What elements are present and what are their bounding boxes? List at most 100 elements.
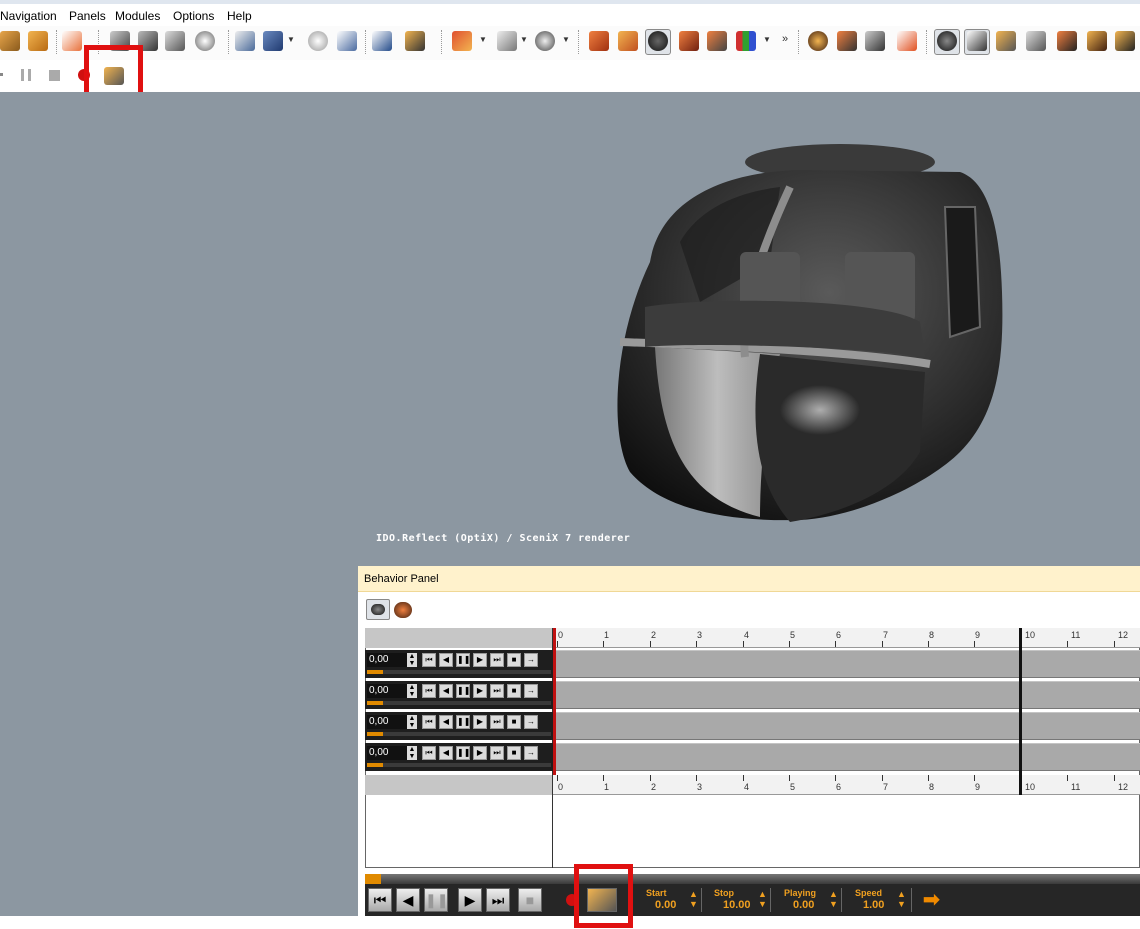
- play-icon[interactable]: ▶: [473, 746, 487, 760]
- play-icon[interactable]: ▶: [473, 684, 487, 698]
- open-icon[interactable]: [0, 31, 20, 51]
- palette-icon[interactable]: [736, 31, 756, 51]
- arrow-right-icon[interactable]: ➡: [923, 890, 940, 910]
- pause-icon[interactable]: ❚❚: [456, 715, 470, 729]
- sphere-dropdown-arrow[interactable]: ▼: [562, 35, 570, 44]
- global-progress[interactable]: [365, 874, 1140, 884]
- library-icon[interactable]: [679, 31, 699, 51]
- box-icon[interactable]: [28, 31, 48, 51]
- time-spinner-icon[interactable]: ▲ ▼: [407, 653, 417, 667]
- pause-icon[interactable]: ❚❚: [456, 684, 470, 698]
- playing-value[interactable]: 0.00: [793, 899, 814, 911]
- menu-navigation[interactable]: Navigation: [0, 9, 57, 23]
- track-row[interactable]: [553, 712, 1140, 740]
- person-icon[interactable]: [808, 31, 828, 51]
- timeline-ruler-bottom[interactable]: 0 1 2 3 4 5 6 7 8 9 10 11 12: [553, 775, 1140, 795]
- start-control[interactable]: Start 0.00 ▲ ▼: [643, 888, 702, 912]
- skip-start-icon[interactable]: ⏮: [422, 653, 436, 667]
- orbit-icon[interactable]: [195, 31, 215, 51]
- skip-start-icon[interactable]: ⏮: [422, 746, 436, 760]
- play-icon[interactable]: ▶: [473, 653, 487, 667]
- play-backward-icon[interactable]: ◀: [396, 888, 420, 912]
- shading-dropdown-arrow[interactable]: ▼: [287, 35, 295, 44]
- shading-icon[interactable]: [263, 31, 283, 51]
- track-row[interactable]: [553, 743, 1140, 771]
- pause-icon[interactable]: ❚❚: [424, 888, 448, 912]
- camera-top-icon[interactable]: [165, 31, 185, 51]
- material-icon[interactable]: [452, 31, 472, 51]
- layers-icon[interactable]: [707, 31, 727, 51]
- arrow-right-icon[interactable]: →: [524, 746, 538, 760]
- tool-icon[interactable]: [1087, 31, 1107, 51]
- pdf-icon[interactable]: [62, 31, 82, 51]
- skip-start-icon[interactable]: ⏮: [422, 684, 436, 698]
- menu-panels[interactable]: Panels: [69, 9, 106, 23]
- menu-options[interactable]: Options: [173, 9, 214, 23]
- skip-end-icon[interactable]: ⏭: [490, 653, 504, 667]
- track-time-field[interactable]: 0,00: [367, 653, 407, 667]
- stop-icon[interactable]: ■: [507, 746, 521, 760]
- time-spinner-icon[interactable]: ▲ ▼: [407, 746, 417, 760]
- pause-icon[interactable]: [21, 69, 31, 81]
- arch-icon[interactable]: [372, 31, 392, 51]
- hat-icon[interactable]: [337, 31, 357, 51]
- playing-spinner-icon[interactable]: ▲ ▼: [829, 889, 838, 909]
- skip-end-icon[interactable]: ⏭: [490, 715, 504, 729]
- skip-start-icon[interactable]: ⏮: [422, 715, 436, 729]
- speed-value[interactable]: 1.00: [863, 899, 884, 911]
- notes-icon[interactable]: [618, 31, 638, 51]
- play-backward-icon[interactable]: ◀: [439, 684, 453, 698]
- menu-modules[interactable]: Modules: [115, 9, 160, 23]
- play-icon[interactable]: ▶: [473, 715, 487, 729]
- chart-icon[interactable]: [1057, 31, 1077, 51]
- start-value[interactable]: 0.00: [655, 899, 676, 911]
- menu-help[interactable]: Help: [227, 9, 252, 23]
- pause-icon[interactable]: ❚❚: [456, 746, 470, 760]
- pause-icon[interactable]: ❚❚: [456, 653, 470, 667]
- stop-spinner-icon[interactable]: ▲ ▼: [758, 889, 767, 909]
- time-spinner-icon[interactable]: ▲ ▼: [407, 684, 417, 698]
- tag-icon[interactable]: [497, 31, 517, 51]
- sphere-icon[interactable]: [535, 31, 555, 51]
- skip-start-icon[interactable]: ⏮: [368, 888, 392, 912]
- wrench-icon[interactable]: [1115, 31, 1135, 51]
- speed-control[interactable]: Speed 1.00 ▲ ▼: [849, 888, 912, 912]
- time-spinner-icon[interactable]: ▲ ▼: [407, 715, 417, 729]
- document-icon[interactable]: [897, 31, 917, 51]
- light-icon[interactable]: [308, 31, 328, 51]
- bow-icon[interactable]: [1026, 31, 1046, 51]
- walk-icon[interactable]: [996, 31, 1016, 51]
- car-icon[interactable]: [865, 31, 885, 51]
- stop-icon[interactable]: ■: [507, 653, 521, 667]
- play-backward-icon[interactable]: ◀: [439, 715, 453, 729]
- arrow-right-icon[interactable]: →: [524, 684, 538, 698]
- skip-end-icon[interactable]: ⏭: [490, 684, 504, 698]
- stop-icon[interactable]: ■: [507, 715, 521, 729]
- track-row[interactable]: [553, 650, 1140, 678]
- track-time-field[interactable]: 0,00: [367, 715, 407, 729]
- stop-control[interactable]: Stop 10.00 ▲ ▼: [710, 888, 771, 912]
- playing-control[interactable]: Playing 0.00 ▲ ▼: [779, 888, 842, 912]
- behavior-view-button[interactable]: [366, 599, 390, 620]
- stop-icon[interactable]: ■: [518, 888, 542, 912]
- behavior-panel-title-bar[interactable]: Behavior Panel: [358, 566, 1140, 592]
- end-marker[interactable]: [1019, 628, 1022, 795]
- playhead[interactable]: [553, 628, 556, 775]
- book-icon[interactable]: [589, 31, 609, 51]
- palette-dropdown-arrow[interactable]: ▼: [763, 35, 771, 44]
- connections-icon[interactable]: [394, 602, 412, 618]
- play-icon[interactable]: ▶: [458, 888, 482, 912]
- start-spinner-icon[interactable]: ▲ ▼: [689, 889, 698, 909]
- stop-icon[interactable]: [49, 70, 60, 81]
- play-backward-icon[interactable]: ◀: [439, 746, 453, 760]
- move-icon[interactable]: [235, 31, 255, 51]
- stop-value[interactable]: 10.00: [723, 899, 751, 911]
- stop-icon[interactable]: ■: [507, 684, 521, 698]
- arrow-right-icon[interactable]: →: [524, 715, 538, 729]
- timeline-ruler-top[interactable]: 0 1 2 3 4 5 6 7 8 9 10 11 12: [553, 628, 1140, 648]
- play-backward-icon[interactable]: ◀: [439, 653, 453, 667]
- speed-spinner-icon[interactable]: ▲ ▼: [897, 889, 906, 909]
- snapshot-icon[interactable]: [405, 31, 425, 51]
- skip-end-icon[interactable]: ⏭: [490, 746, 504, 760]
- more-chevron-icon[interactable]: »: [782, 33, 788, 45]
